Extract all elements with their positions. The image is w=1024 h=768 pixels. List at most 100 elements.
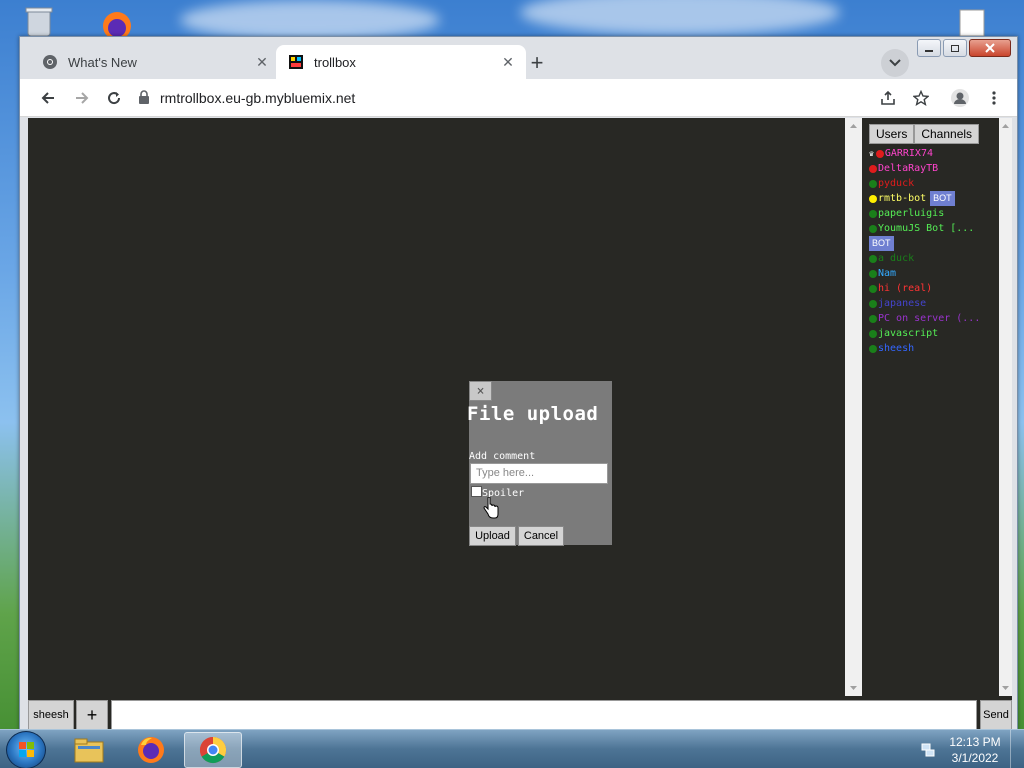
arrow-right-icon bbox=[76, 92, 89, 104]
share-button[interactable] bbox=[876, 86, 900, 110]
tab-title: What's New bbox=[68, 54, 137, 70]
star-icon bbox=[913, 90, 929, 106]
start-button[interactable] bbox=[6, 731, 46, 768]
taskbar-chrome[interactable] bbox=[184, 732, 242, 768]
user-list-item-continuation: BOT bbox=[869, 236, 995, 251]
comment-label: Add comment bbox=[469, 451, 536, 462]
user-list-item[interactable]: Nam bbox=[869, 266, 995, 281]
user-list-item[interactable]: hi (real) bbox=[869, 281, 995, 296]
restore-icon bbox=[951, 45, 959, 52]
tab-close-icon[interactable]: ✕ bbox=[254, 54, 270, 71]
trollbox-page: Users Channels ♛ GARRIX74 DeltaRayTB pyduck… bbox=[28, 118, 1012, 732]
trollbox-favicon bbox=[288, 54, 304, 70]
user-list-item[interactable]: paperluigis bbox=[869, 206, 995, 221]
status-dot-icon bbox=[869, 329, 877, 338]
maximize-button[interactable] bbox=[943, 39, 967, 57]
bookmark-button[interactable] bbox=[909, 86, 933, 110]
user-name: japanese bbox=[878, 298, 927, 309]
user-list-item[interactable]: PC on server (... bbox=[869, 311, 995, 326]
menu-button[interactable] bbox=[982, 86, 1006, 110]
tab-search-button[interactable] bbox=[881, 49, 909, 77]
reload-icon bbox=[108, 92, 121, 105]
close-icon bbox=[985, 43, 995, 53]
clock[interactable]: 12:13 PM 3/1/2022 bbox=[940, 734, 1010, 766]
folder-icon bbox=[74, 738, 104, 763]
minimize-button[interactable] bbox=[917, 39, 941, 57]
system-tray: 12:13 PM 3/1/2022 bbox=[916, 730, 1024, 768]
scrollbar-arrows bbox=[850, 124, 857, 690]
user-list-item[interactable]: ♛ GARRIX74 bbox=[869, 146, 995, 161]
back-button[interactable] bbox=[36, 86, 60, 110]
user-list-item[interactable]: rmtb-bot BOT bbox=[869, 191, 995, 206]
status-dot-icon bbox=[869, 299, 877, 308]
lock-icon bbox=[138, 89, 150, 107]
firefox-desktop-icon[interactable] bbox=[96, 6, 138, 40]
network-icon[interactable] bbox=[916, 742, 940, 758]
recycle-bin-icon[interactable] bbox=[20, 6, 58, 40]
status-dot-icon bbox=[869, 164, 877, 173]
url-text: rmtrollbox.eu-gb.mybluemix.net bbox=[160, 90, 356, 106]
status-dot-icon bbox=[869, 314, 877, 323]
reload-button[interactable] bbox=[102, 86, 126, 110]
user-name: YoumuJS Bot [... bbox=[878, 223, 975, 234]
tab-whats-new[interactable]: What's New ✕ bbox=[30, 45, 280, 79]
bot-badge: BOT bbox=[930, 191, 955, 206]
dialog-close-button[interactable]: × bbox=[469, 381, 492, 401]
chat-scrollbar[interactable] bbox=[845, 118, 862, 696]
status-dot-icon bbox=[869, 209, 877, 218]
send-button[interactable]: Send bbox=[980, 700, 1012, 730]
user-list-item[interactable]: javascript bbox=[869, 326, 995, 341]
user-list-item[interactable]: YoumuJS Bot [... bbox=[869, 221, 995, 236]
user-name: javascript bbox=[878, 328, 939, 339]
spoiler-checkbox[interactable] bbox=[471, 486, 482, 497]
taskbar: 12:13 PM 3/1/2022 bbox=[0, 729, 1024, 768]
user-list-item[interactable]: pyduck bbox=[869, 176, 995, 191]
user-name: DeltaRayTB bbox=[878, 163, 939, 174]
tab-close-icon[interactable]: ✕ bbox=[500, 54, 516, 71]
clock-time: 12:13 PM bbox=[949, 734, 1001, 749]
forward-button[interactable] bbox=[70, 86, 94, 110]
minimize-icon bbox=[925, 50, 933, 52]
user-name: rmtb-bot bbox=[878, 193, 927, 204]
chevron-down-icon bbox=[889, 59, 901, 67]
user-list-item[interactable]: DeltaRayTB bbox=[869, 161, 995, 176]
message-input[interactable] bbox=[111, 700, 977, 730]
user-list-item[interactable]: a duck bbox=[869, 251, 995, 266]
upload-button[interactable]: Upload bbox=[469, 526, 516, 546]
user-list-item[interactable]: japanese bbox=[869, 296, 995, 311]
comment-input[interactable]: Type here... bbox=[470, 463, 608, 484]
window-close-button[interactable] bbox=[969, 39, 1011, 57]
user-name: sheesh bbox=[878, 343, 915, 354]
status-dot-icon bbox=[869, 194, 877, 203]
nickname-button[interactable]: sheesh bbox=[28, 700, 74, 730]
profile-button[interactable] bbox=[948, 86, 972, 110]
browser-window: What's New ✕ trollbox ✕ + rmtrollbox.eu-… bbox=[19, 36, 1018, 732]
chrome-icon bbox=[199, 736, 227, 764]
tab-users[interactable]: Users bbox=[869, 124, 915, 144]
attach-button[interactable]: + bbox=[76, 700, 108, 730]
taskbar-firefox[interactable] bbox=[122, 732, 180, 768]
user-name: pyduck bbox=[878, 178, 915, 189]
sidebar: Users Channels ♛ GARRIX74 DeltaRayTB pyduck… bbox=[865, 118, 997, 696]
scrollbar-arrows bbox=[1002, 124, 1009, 690]
address-bar[interactable]: rmtrollbox.eu-gb.mybluemix.net bbox=[138, 83, 868, 113]
user-name: GARRIX74 bbox=[884, 148, 933, 159]
taskbar-explorer[interactable] bbox=[60, 732, 118, 768]
new-tab-button[interactable]: + bbox=[523, 49, 551, 77]
sky-cloud bbox=[520, 0, 840, 35]
tab-channels[interactable]: Channels bbox=[914, 124, 980, 144]
sidebar-scrollbar[interactable] bbox=[999, 118, 1012, 696]
status-dot-icon bbox=[869, 224, 877, 233]
user-list: ♛ GARRIX74 DeltaRayTB pyduck rmtb-bot BOT pape… bbox=[869, 146, 995, 356]
chat-log bbox=[28, 118, 845, 696]
status-dot-icon bbox=[869, 284, 877, 293]
tab-strip: What's New ✕ trollbox ✕ + bbox=[20, 37, 1017, 79]
user-list-item[interactable]: sheesh bbox=[869, 341, 995, 356]
show-desktop-button[interactable] bbox=[1010, 730, 1024, 768]
profile-icon bbox=[951, 89, 969, 107]
windows-logo-icon bbox=[19, 742, 34, 757]
more-vert-icon bbox=[992, 91, 996, 105]
tab-trollbox[interactable]: trollbox ✕ bbox=[276, 45, 526, 79]
sidebar-tabs: Users Channels bbox=[869, 124, 980, 144]
cancel-button[interactable]: Cancel bbox=[518, 526, 564, 546]
